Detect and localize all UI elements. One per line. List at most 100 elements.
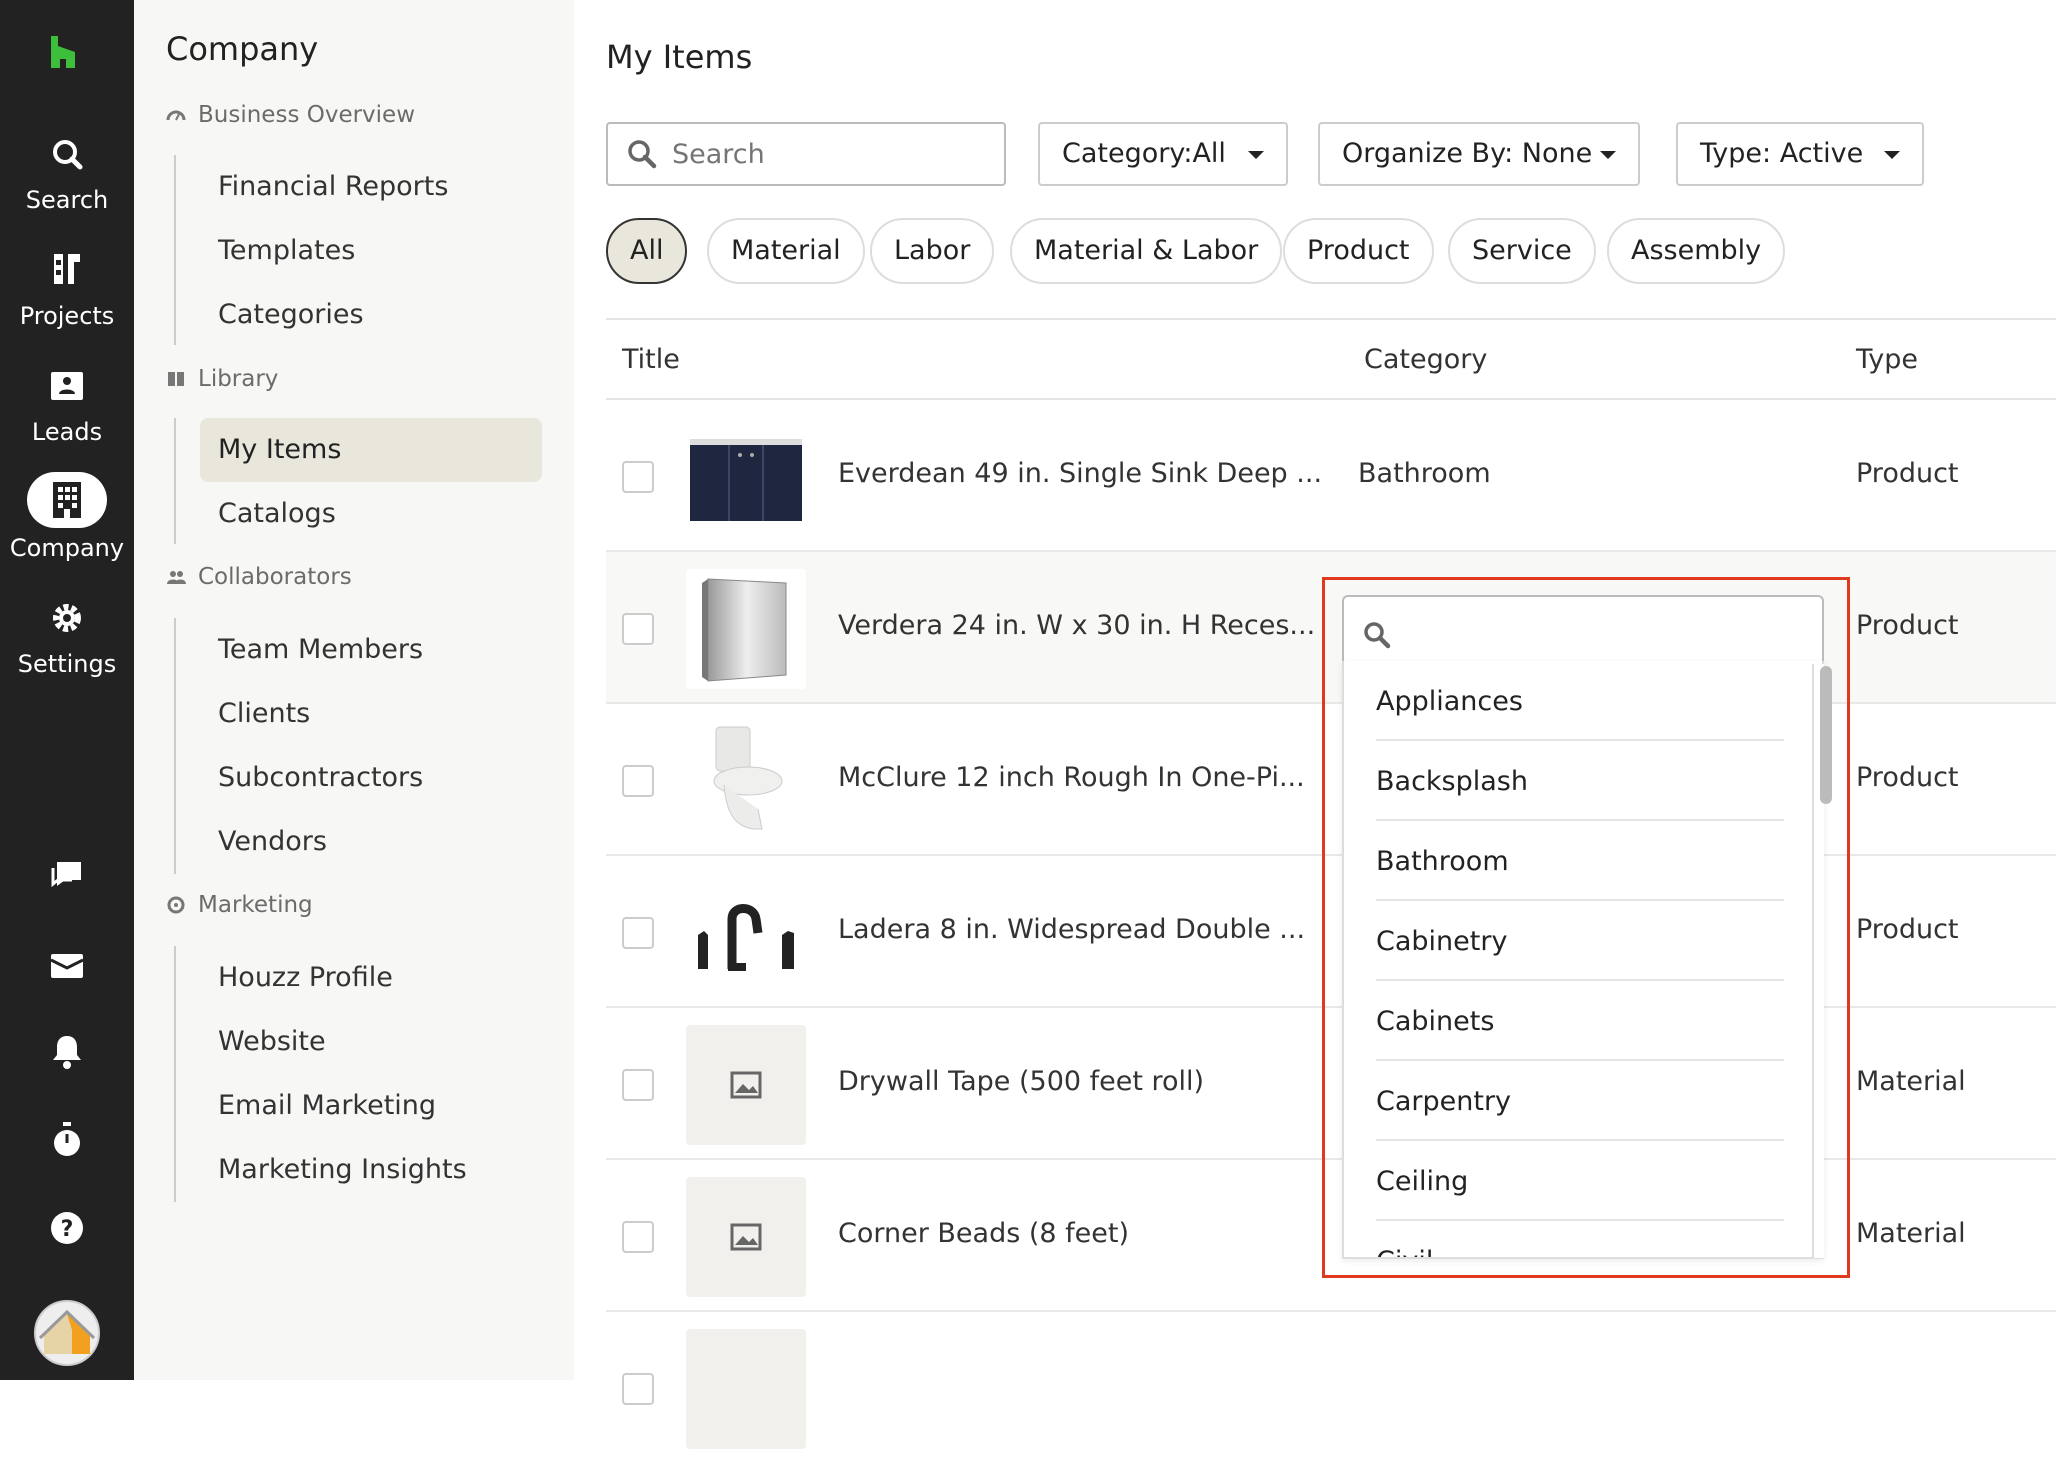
sidenav-item-marketing-insights[interactable]: Marketing Insights — [200, 1138, 542, 1202]
pill-material-labor[interactable]: Material & Labor — [1010, 218, 1283, 284]
caret-down-icon — [1600, 151, 1616, 159]
row-title: Verdera 24 in. W x 30 in. H Reces... — [838, 610, 1316, 641]
rail-projects[interactable]: Projects — [0, 250, 134, 330]
category-option-bathroom[interactable]: Bathroom — [1376, 821, 1784, 901]
row-checkbox[interactable] — [622, 1069, 654, 1101]
dashboard-icon — [166, 110, 186, 121]
help-icon[interactable]: ? — [45, 1206, 89, 1250]
sidenav-item-email-marketing[interactable]: Email Marketing — [200, 1074, 542, 1138]
column-header-type[interactable]: Type — [1856, 344, 1918, 375]
svg-text:?: ? — [61, 1217, 74, 1242]
rail-search[interactable]: Search — [0, 134, 134, 214]
section-divider — [174, 946, 176, 1202]
category-option-civil[interactable]: Civil — [1376, 1221, 1784, 1257]
search-icon — [1364, 622, 1391, 649]
houzz-logo[interactable] — [47, 34, 79, 70]
avatar[interactable] — [34, 1300, 100, 1366]
sidenav-item-houzz-profile[interactable]: Houzz Profile — [200, 946, 542, 1010]
search-input[interactable] — [606, 122, 1006, 186]
section-divider — [174, 155, 176, 345]
timer-icon[interactable] — [45, 1118, 89, 1162]
section-marketing: Marketing — [166, 892, 313, 918]
row-title: McClure 12 inch Rough In One-Pi... — [838, 762, 1305, 793]
faucet-thumbnail — [686, 873, 806, 993]
page-title: My Items — [606, 38, 753, 76]
mirror-thumbnail — [686, 569, 806, 689]
category-search-input[interactable] — [1342, 595, 1824, 663]
sidenav-item-website[interactable]: Website — [200, 1010, 542, 1074]
row-checkbox[interactable] — [622, 917, 654, 949]
rail-company-label: Company — [9, 534, 125, 562]
chat-icon[interactable] — [45, 854, 89, 898]
row-title: Drywall Tape (500 feet roll) — [838, 1066, 1205, 1097]
pill-assembly[interactable]: Assembly — [1607, 218, 1786, 284]
row-checkbox[interactable] — [622, 613, 654, 645]
section-divider — [174, 418, 176, 544]
category-options-list: Appliances Backsplash Bathroom Cabinetry… — [1342, 661, 1824, 1259]
sidenav-item-templates[interactable]: Templates — [200, 219, 542, 283]
dropdown-scrollbar-thumb[interactable] — [1820, 666, 1832, 804]
bell-icon[interactable] — [45, 1030, 89, 1074]
inbox-icon[interactable] — [45, 944, 89, 988]
sidenav-item-financial-reports[interactable]: Financial Reports — [200, 155, 542, 219]
category-option-appliances[interactable]: Appliances — [1376, 661, 1784, 741]
sidenav-item-clients[interactable]: Clients — [200, 682, 542, 746]
table-header: Title Category Type — [606, 318, 2056, 400]
row-checkbox[interactable] — [622, 1221, 654, 1253]
gear-icon — [37, 598, 97, 644]
search-icon — [37, 134, 97, 180]
marketing-icon — [167, 896, 185, 914]
sidenav-item-catalogs[interactable]: Catalogs — [200, 482, 542, 546]
row-type: Material — [1856, 1066, 1966, 1097]
type-filter-dropdown[interactable]: Type: Active — [1676, 122, 1924, 186]
library-icon — [168, 372, 184, 386]
section-library: Library — [166, 366, 278, 392]
sidenav-item-subcontractors[interactable]: Subcontractors — [200, 746, 542, 810]
category-option-cabinets[interactable]: Cabinets — [1376, 981, 1784, 1061]
pill-labor[interactable]: Labor — [870, 218, 995, 284]
image-placeholder-icon — [686, 1177, 806, 1297]
caret-down-icon — [1884, 151, 1900, 159]
column-header-title[interactable]: Title — [622, 344, 680, 375]
organize-by-dropdown[interactable]: Organize By: None — [1318, 122, 1640, 186]
category-option-ceiling[interactable]: Ceiling — [1376, 1141, 1784, 1221]
table-row[interactable]: Everdean 49 in. Single Sink Deep ... Bat… — [606, 400, 2056, 552]
row-type: Material — [1856, 1218, 1966, 1249]
category-option-carpentry[interactable]: Carpentry — [1376, 1061, 1784, 1141]
category-option-cabinetry[interactable]: Cabinetry — [1376, 901, 1784, 981]
toilet-thumbnail — [686, 721, 806, 841]
row-type: Product — [1856, 914, 1959, 945]
category-filter-dropdown[interactable]: Category:All — [1038, 122, 1288, 186]
app-rail: Search Projects Leads Company Settings ? — [0, 0, 134, 1380]
rail-settings[interactable]: Settings — [0, 598, 134, 678]
rail-company[interactable]: Company — [0, 472, 134, 562]
image-placeholder-icon — [686, 1025, 806, 1145]
category-option-backsplash[interactable]: Backsplash — [1376, 741, 1784, 821]
section-divider — [174, 618, 176, 874]
sidenav-item-team-members[interactable]: Team Members — [200, 618, 542, 682]
projects-icon — [37, 250, 97, 296]
sidenav-item-my-items[interactable]: My Items — [200, 418, 542, 482]
pill-all[interactable]: All — [606, 218, 688, 284]
sidenav-item-categories[interactable]: Categories — [200, 283, 542, 347]
column-header-category[interactable]: Category — [1364, 344, 1487, 375]
sidenav-item-vendors[interactable]: Vendors — [200, 810, 542, 874]
people-icon — [167, 571, 186, 584]
search-icon — [628, 140, 657, 169]
sidenav-title: Company — [166, 30, 319, 68]
row-title: Ladera 8 in. Widespread Double ... — [838, 914, 1306, 945]
company-icon — [27, 472, 107, 528]
image-placeholder-icon — [686, 1329, 806, 1449]
pill-service[interactable]: Service — [1448, 218, 1596, 284]
rail-leads-label: Leads — [31, 418, 103, 446]
pill-material[interactable]: Material — [707, 218, 865, 284]
pill-product[interactable]: Product — [1283, 218, 1434, 284]
row-checkbox[interactable] — [622, 1373, 654, 1405]
row-type: Product — [1856, 610, 1959, 641]
row-checkbox[interactable] — [622, 765, 654, 797]
rail-leads[interactable]: Leads — [0, 366, 134, 446]
rail-settings-label: Settings — [17, 650, 117, 678]
row-checkbox[interactable] — [622, 461, 654, 493]
table-row[interactable] — [606, 1312, 2056, 1464]
row-title: Everdean 49 in. Single Sink Deep ... — [838, 458, 1323, 489]
